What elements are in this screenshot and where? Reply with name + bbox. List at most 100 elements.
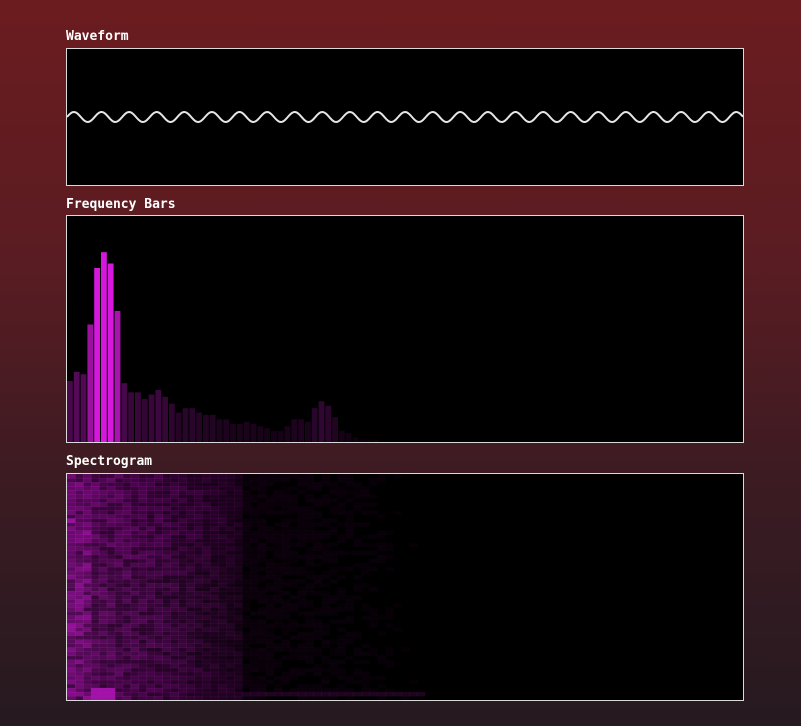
spectrogram-cell — [249, 578, 259, 584]
spectrogram-cell — [210, 619, 219, 624]
spectrogram-cell — [257, 607, 267, 612]
spectrogram-cell — [186, 583, 195, 588]
spectrogram-cell — [138, 530, 148, 535]
frequency-bar — [169, 403, 175, 442]
spectrogram-cell — [249, 486, 259, 491]
spectrogram-cell — [226, 599, 235, 604]
spectrogram-cell — [186, 615, 195, 620]
spectrogram-cell — [82, 558, 92, 564]
spectrogram-cell — [226, 587, 235, 592]
spectrogram-cell — [106, 546, 116, 552]
spectrogram-cell — [218, 530, 227, 535]
spectrogram-cell — [75, 623, 84, 628]
spectrogram-cell — [170, 478, 179, 483]
spectrogram-cell — [170, 506, 179, 511]
spectrogram-cell — [154, 554, 163, 560]
spectrogram-cell — [249, 651, 259, 657]
spectrogram-cell — [67, 474, 76, 479]
spectrogram-cell — [67, 530, 76, 535]
spectrogram-cell — [186, 655, 195, 661]
spectrogram-cell — [138, 486, 148, 491]
spectrogram-cell — [369, 510, 378, 515]
spectrogram-cell — [170, 615, 179, 620]
spectrogram-cell — [170, 691, 179, 697]
spectrogram-cell — [146, 558, 155, 564]
spectrogram-cell — [242, 599, 251, 604]
spectrogram-cell — [194, 651, 203, 657]
spectrogram-cell — [98, 574, 108, 580]
spectrogram-cell — [218, 554, 227, 560]
spectrogram-cell — [265, 659, 275, 665]
spectrogram-cell — [297, 655, 307, 661]
spectrogram-cell — [194, 659, 203, 665]
spectrogram-cell — [281, 534, 291, 539]
spectrogram-cell — [337, 506, 346, 511]
spectrogram-cell — [154, 498, 163, 503]
spectrogram-cell — [226, 683, 235, 689]
spectrogram-cell — [162, 522, 171, 527]
spectrogram-cell — [90, 522, 100, 527]
spectrogram-cell — [210, 530, 219, 535]
spectrogram-cell — [82, 655, 92, 661]
spectrogram-cell — [313, 635, 322, 640]
spectrogram-cell — [273, 683, 283, 689]
spectrogram-cell — [210, 607, 219, 612]
spectrogram-cell — [305, 615, 315, 620]
spectrogram-cell — [122, 514, 132, 519]
spectrogram-cell — [297, 611, 307, 616]
spectrogram-cell — [146, 498, 155, 503]
spectrogram-cell — [162, 570, 171, 576]
spectrogram-cell — [234, 498, 243, 503]
spectrogram-cell — [281, 607, 291, 612]
spectrogram-cell — [122, 679, 132, 685]
spectrogram-cell — [202, 667, 211, 673]
spectrogram-cell — [98, 550, 108, 556]
spectrogram-cell — [178, 498, 187, 503]
spectrogram-cell — [361, 643, 370, 648]
spectrogram-cell — [67, 696, 76, 700]
frequency-bar — [101, 252, 107, 442]
spectrogram-cell — [281, 643, 291, 648]
spectrogram-cell — [90, 566, 100, 572]
spectrogram-cell — [130, 574, 140, 580]
spectrogram-cell — [186, 498, 195, 503]
spectrogram-cell — [297, 534, 307, 539]
spectrogram-cell — [114, 696, 124, 700]
spectrogram-cell — [90, 599, 100, 604]
spectrogram-cell — [345, 518, 354, 523]
spectrogram-cell — [170, 542, 179, 548]
spectrogram-cell — [305, 554, 315, 560]
spectrogram-cell — [313, 619, 322, 624]
spectrogram-cell — [170, 514, 179, 519]
spectrogram-cell — [90, 675, 100, 681]
spectrogram-cell — [138, 635, 148, 640]
spectrogram-cell — [106, 691, 116, 697]
spectrogram-cell — [154, 486, 163, 491]
spectrogram-cell — [385, 530, 394, 535]
spectrogram-cell — [249, 679, 259, 685]
spectrogram-cell — [90, 679, 100, 685]
spectrogram-cell — [114, 683, 124, 689]
spectrogram-cell — [226, 603, 235, 608]
spectrogram-cell — [122, 599, 132, 604]
spectrogram-cell — [353, 538, 362, 544]
spectrogram-cell — [90, 486, 100, 491]
spectrogram-cell — [202, 570, 211, 576]
spectrogram-cell — [170, 534, 179, 539]
spectrogram-cell — [138, 566, 148, 572]
spectrogram-cell — [162, 627, 171, 632]
spectrogram-cell — [114, 486, 124, 491]
spectrogram-cell — [297, 631, 307, 636]
spectrogram-cell — [218, 603, 227, 608]
spectrogram-cell — [194, 663, 203, 669]
spectrogram-cell — [98, 627, 108, 632]
spectrogram-cell — [170, 611, 179, 616]
spectrogram-cell — [82, 619, 92, 624]
spectrogram-cell — [329, 671, 338, 677]
spectrogram-cell — [178, 643, 187, 648]
spectrogram-cell — [249, 538, 259, 544]
spectrogram-cell — [210, 554, 219, 560]
spectrogram-cell — [67, 498, 76, 503]
spectrogram-cell — [114, 607, 124, 612]
spectrogram-cell — [257, 558, 267, 564]
